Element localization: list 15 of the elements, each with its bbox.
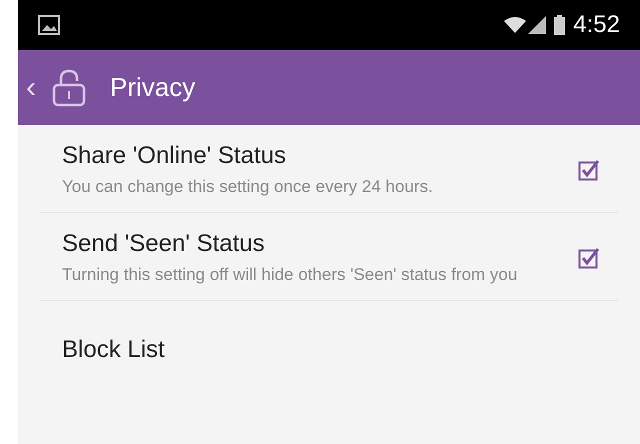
setting-title: Send 'Seen' Status [62, 229, 266, 259]
battery-icon [554, 15, 566, 35]
signal-icon [528, 16, 546, 34]
wifi-icon [504, 16, 526, 34]
setting-summary: You can change this setting once every 24 hours. [62, 176, 434, 198]
checkbox[interactable] [578, 246, 600, 268]
setting-title[interactable]: Block List [62, 336, 165, 363]
setting-summary: Turning this setting off will hide others 'Seen' status from you [62, 264, 518, 286]
back-button[interactable]: ‹ [26, 72, 36, 102]
image-icon [38, 15, 60, 35]
screen-title: Privacy [110, 71, 196, 104]
setting-title: Share 'Online' Status [62, 141, 287, 171]
lock-icon [52, 68, 86, 106]
checkbox[interactable] [578, 158, 600, 180]
status-time: 4:52 [573, 10, 620, 40]
